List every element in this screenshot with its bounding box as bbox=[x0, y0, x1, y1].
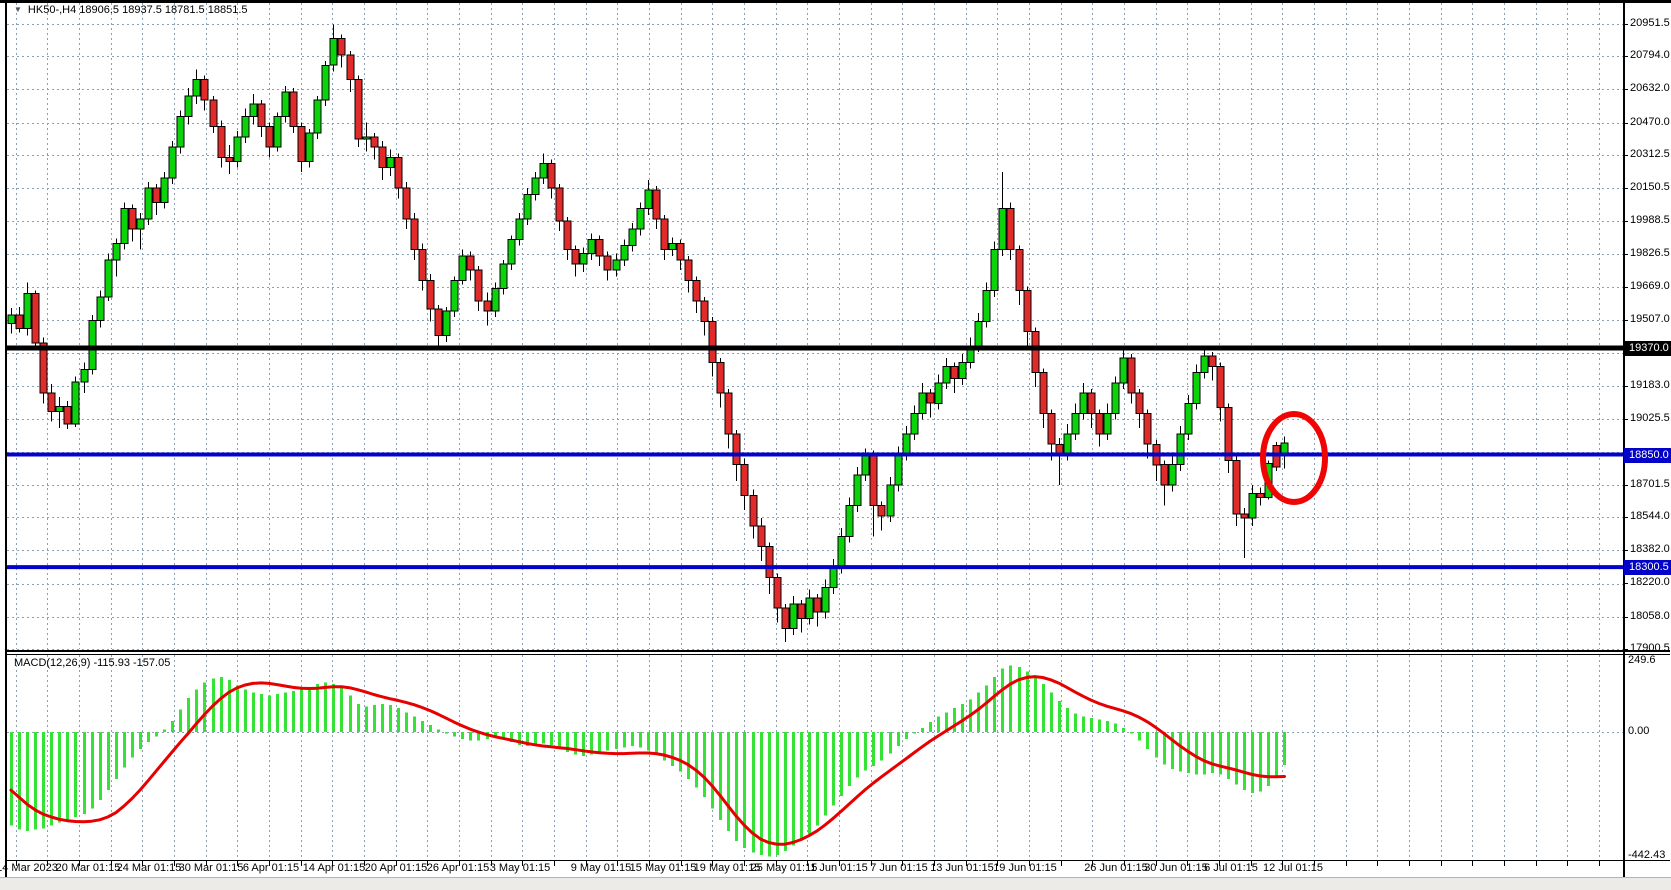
date-label: 19 Jun 01:15 bbox=[993, 862, 1057, 874]
price-axis-label: 19183.0 bbox=[1630, 379, 1670, 391]
price-line-badge: 18300.5 bbox=[1624, 559, 1671, 575]
price-axis-label: 19988.5 bbox=[1630, 214, 1670, 226]
price-line-badge: 18850.0 bbox=[1624, 447, 1671, 463]
date-label: 14 Apr 01:15 bbox=[302, 862, 366, 874]
chart-header-ohlc-label: HK50-,H4 18906.5 18937.5 18781.5 18851.5 bbox=[27, 4, 248, 16]
trading-chart-window: ▼ HK50-,H4 18906.5 18937.5 18781.5 18851.… bbox=[0, 0, 1671, 890]
price-axis-label: 19669.0 bbox=[1630, 280, 1670, 292]
price-axis-label: 20150.5 bbox=[1630, 181, 1670, 193]
date-label: 3 May 01:15 bbox=[489, 862, 551, 874]
date-label: 30 Mar 01:15 bbox=[178, 862, 244, 874]
price-axis-label: 18058.0 bbox=[1630, 610, 1670, 622]
macd-axis-label: -442.43 bbox=[1628, 849, 1666, 861]
date-label: 30 Jun 01:15 bbox=[1144, 862, 1208, 874]
price-axis-label: 18701.5 bbox=[1630, 478, 1670, 490]
symbol-dropdown-icon[interactable]: ▼ bbox=[14, 5, 22, 14]
date-label: 24 Mar 01:15 bbox=[116, 862, 182, 874]
price-axis-label: 20312.5 bbox=[1630, 148, 1670, 160]
date-label: 6 Apr 01:15 bbox=[242, 862, 300, 874]
price-axis-label: 19826.5 bbox=[1630, 247, 1670, 259]
macd-axis-label: 249.6 bbox=[1628, 654, 1656, 666]
price-axis-label: 18382.0 bbox=[1630, 543, 1670, 555]
macd-indicator-label: MACD(12,26,9) -115.93 -157.05 bbox=[14, 657, 171, 669]
price-line-badge: 19370.0 bbox=[1624, 340, 1671, 356]
date-label: 13 Jun 01:15 bbox=[930, 862, 994, 874]
price-axis-label: 20470.0 bbox=[1630, 116, 1670, 128]
price-axis-label: 19025.5 bbox=[1630, 412, 1670, 424]
date-label: 14 Mar 2023 bbox=[0, 862, 58, 874]
price-axis-label: 20794.0 bbox=[1630, 49, 1670, 61]
date-label: 20 Mar 01:15 bbox=[55, 862, 121, 874]
date-label: 12 Jul 01:15 bbox=[1263, 862, 1323, 874]
price-axis-label: 18220.0 bbox=[1630, 576, 1670, 588]
chart-header: ▼ HK50-,H4 18906.5 18937.5 18781.5 18851.… bbox=[14, 4, 248, 16]
date-label: 1 Jun 01:15 bbox=[810, 862, 868, 874]
macd-axis-label: 0.00 bbox=[1628, 725, 1650, 737]
date-label: 26 Jun 01:15 bbox=[1084, 862, 1148, 874]
date-label: 15 May 01:15 bbox=[629, 862, 697, 874]
candlestick-macd-chart-canvas[interactable] bbox=[0, 0, 1671, 889]
price-axis-label: 19507.0 bbox=[1630, 313, 1670, 325]
price-axis-label: 18544.0 bbox=[1630, 510, 1670, 522]
price-axis-label: 17900.5 bbox=[1630, 642, 1670, 654]
date-label: 26 Apr 01:15 bbox=[426, 862, 490, 874]
status-strip bbox=[0, 877, 1671, 890]
price-axis-label: 20951.5 bbox=[1630, 17, 1670, 29]
date-label: 20 Apr 01:15 bbox=[364, 862, 428, 874]
date-label: 6 Jul 01:15 bbox=[1204, 862, 1258, 874]
date-label: 9 May 01:15 bbox=[570, 862, 632, 874]
date-label: 7 Jun 01:15 bbox=[870, 862, 928, 874]
date-label: 25 May 01:15 bbox=[750, 862, 818, 874]
price-axis-label: 20632.0 bbox=[1630, 82, 1670, 94]
